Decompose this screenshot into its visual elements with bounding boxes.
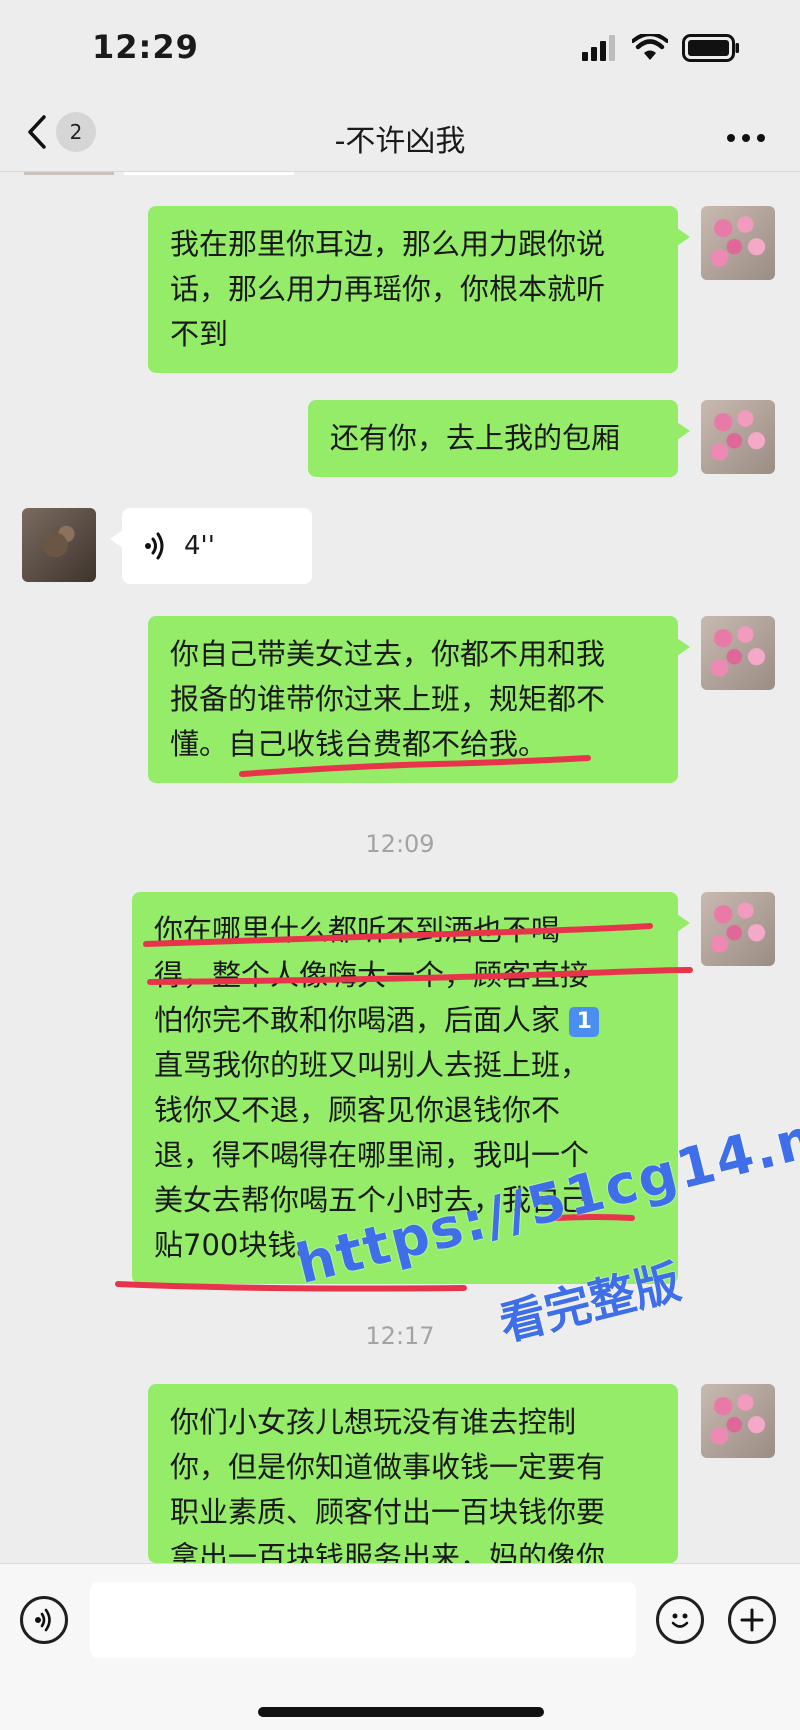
more-options-button[interactable] [728, 1596, 776, 1644]
my-avatar[interactable] [701, 400, 775, 474]
message-bubble[interactable]: 你们小女孩儿想玩没有谁去控制 你，但是你知道做事收钱一定要有 职业素质、顾客付出… [148, 1384, 678, 1563]
plus-icon [740, 1608, 764, 1632]
message-bubble[interactable]: 我在那里你耳边，那么用力跟你说 话，那么用力再瑶你，你根本就听 不到 [148, 206, 690, 373]
voice-duration: 4'' [184, 530, 215, 561]
chat-header: 2 -不许凶我 [0, 100, 800, 172]
voice-icon [35, 1608, 51, 1632]
previous-bubble-fragment [124, 172, 294, 175]
message-line: 你自己带美女过去，你都不用和我 [170, 637, 606, 671]
message-line: 直骂我你的班又叫别人去挺上班， [154, 1048, 590, 1082]
my-avatar[interactable] [701, 1384, 775, 1458]
status-icons [582, 34, 740, 62]
keycap-one-emoji: 1 [569, 1007, 600, 1037]
contact-avatar[interactable] [22, 508, 96, 582]
chat-title: -不许凶我 [334, 124, 466, 159]
message-line: 不到 [170, 317, 229, 351]
message-line: 你，但是你知道做事收钱一定要有 [170, 1450, 606, 1484]
message-line: 得，整个人像嗨大一个，顾客直接 [154, 958, 590, 992]
message-input[interactable] [90, 1582, 636, 1658]
status-bar: 12:29 [0, 0, 800, 100]
emoji-icon [671, 1613, 689, 1628]
message-bubble[interactable]: 你自己带美女过去，你都不用和我 报备的谁带你过来上班，规矩都不 懂。自己收钱台费… [148, 616, 690, 783]
input-bar [0, 1563, 800, 1730]
more-icon [727, 134, 765, 142]
message-line: 钱你又不退，顾客见你退钱你不 [154, 1093, 561, 1127]
message-line: 我在那里你耳边，那么用力跟你说 [170, 227, 606, 261]
message-line: 职业素质、顾客付出一百块钱你要 [170, 1495, 606, 1529]
my-avatar[interactable] [701, 892, 775, 966]
voice-input-button[interactable] [20, 1596, 68, 1644]
chat-timestamp: 12:09 [365, 830, 435, 858]
voice-icon [145, 532, 164, 560]
chat-timestamp: 12:17 [365, 1322, 435, 1350]
message-line: 话，那么用力再瑶你，你根本就听 [170, 272, 606, 306]
message-bubble[interactable]: 还有你，去上我的包厢 [308, 400, 690, 477]
voice-message-bubble[interactable]: 4'' [110, 508, 312, 584]
battery-icon [682, 34, 739, 62]
signal-icon [582, 35, 615, 61]
more-button[interactable] [726, 124, 766, 144]
message-line: 你在哪里什么都听不到酒也不喝 [154, 913, 561, 947]
message-line: 怕你完不敢和你喝酒，后面人家 [154, 1003, 561, 1037]
message-line: 拿出一百块钱服务出来，妈的像你 [170, 1540, 606, 1563]
message-line: 报备的谁带你过来上班，规矩都不 [170, 682, 606, 716]
message-line: 懂。自己收钱台费都不给我。 [170, 727, 548, 761]
home-indicator [258, 1707, 544, 1717]
message-line-with-emoji: 怕你完不敢和你喝酒，后面人家 1 [154, 998, 656, 1043]
my-avatar[interactable] [701, 206, 775, 280]
wifi-icon [632, 34, 668, 60]
emoji-button[interactable] [656, 1596, 704, 1644]
my-avatar[interactable] [701, 616, 775, 690]
message-line: 你们小女孩儿想玩没有谁去控制 [170, 1405, 577, 1439]
message-line: 还有你，去上我的包厢 [330, 421, 621, 455]
status-time: 12:29 [92, 28, 199, 66]
previous-avatar-fragment [24, 172, 114, 175]
